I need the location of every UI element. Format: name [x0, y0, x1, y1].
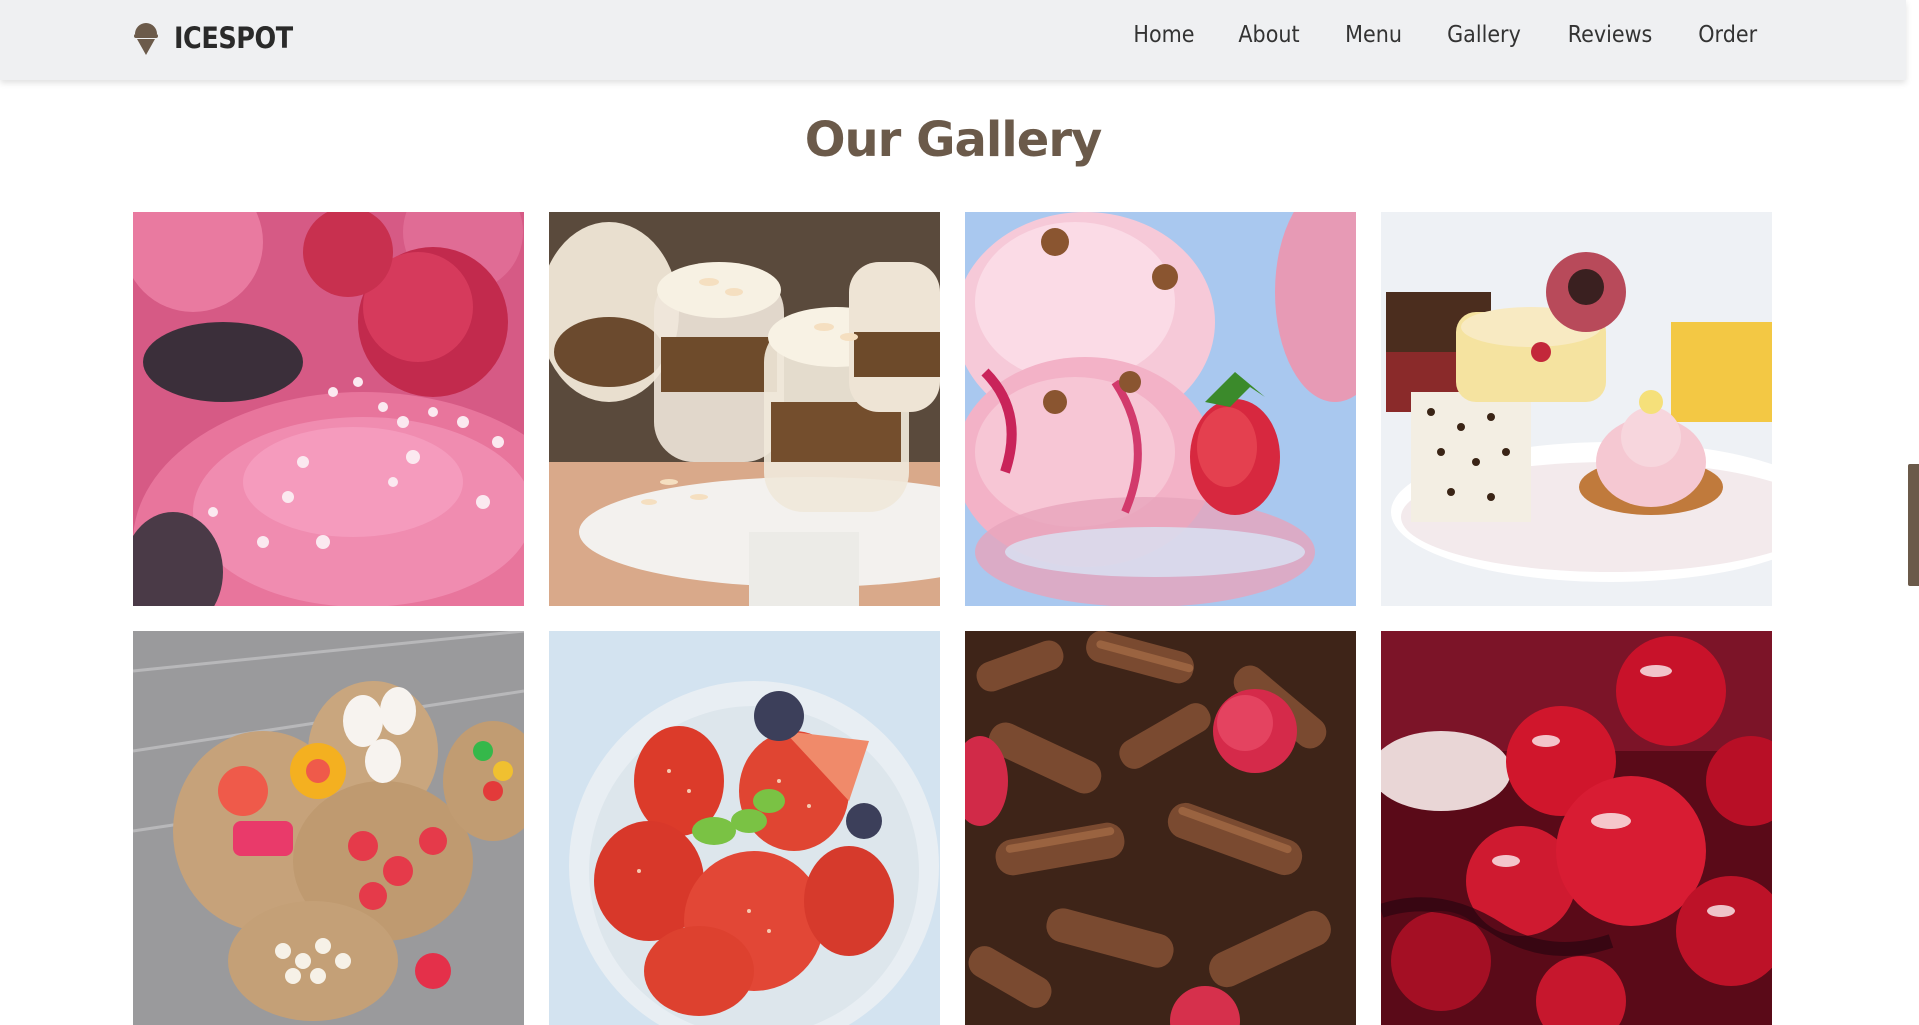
gallery-image-strawberries[interactable]: [549, 631, 940, 1025]
gallery-image-dessert-cups[interactable]: [549, 212, 940, 606]
gallery-image-candy[interactable]: [133, 631, 524, 1025]
main-nav: Home About Menu Gallery Reviews Order: [1130, 22, 1760, 48]
ice-cream-cone-icon: [134, 23, 158, 55]
nav-order[interactable]: Order: [1698, 22, 1757, 48]
brand-name: ICESPOT: [174, 21, 293, 55]
nav-gallery[interactable]: Gallery: [1447, 22, 1521, 48]
gallery-image-cupcakes[interactable]: [133, 212, 524, 606]
gallery-title: Our Gallery: [804, 112, 1103, 168]
brand-logo[interactable]: ICESPOT: [132, 18, 309, 58]
gallery-image-chocolate[interactable]: [965, 631, 1356, 1025]
nav-reviews[interactable]: Reviews: [1567, 22, 1652, 48]
gallery-image-pastries[interactable]: [1381, 212, 1772, 606]
gallery-image-ice-cream[interactable]: [965, 212, 1356, 606]
nav-about[interactable]: About: [1239, 22, 1300, 48]
navbar: ICESPOT Home About Menu Gallery Reviews …: [0, 0, 1906, 80]
scrollbar-thumb[interactable]: [1908, 464, 1919, 586]
nav-home[interactable]: Home: [1133, 22, 1194, 48]
gallery-grid: [133, 212, 1775, 1025]
nav-menu[interactable]: Menu: [1345, 22, 1402, 48]
gallery-image-cherries[interactable]: [1381, 631, 1772, 1025]
